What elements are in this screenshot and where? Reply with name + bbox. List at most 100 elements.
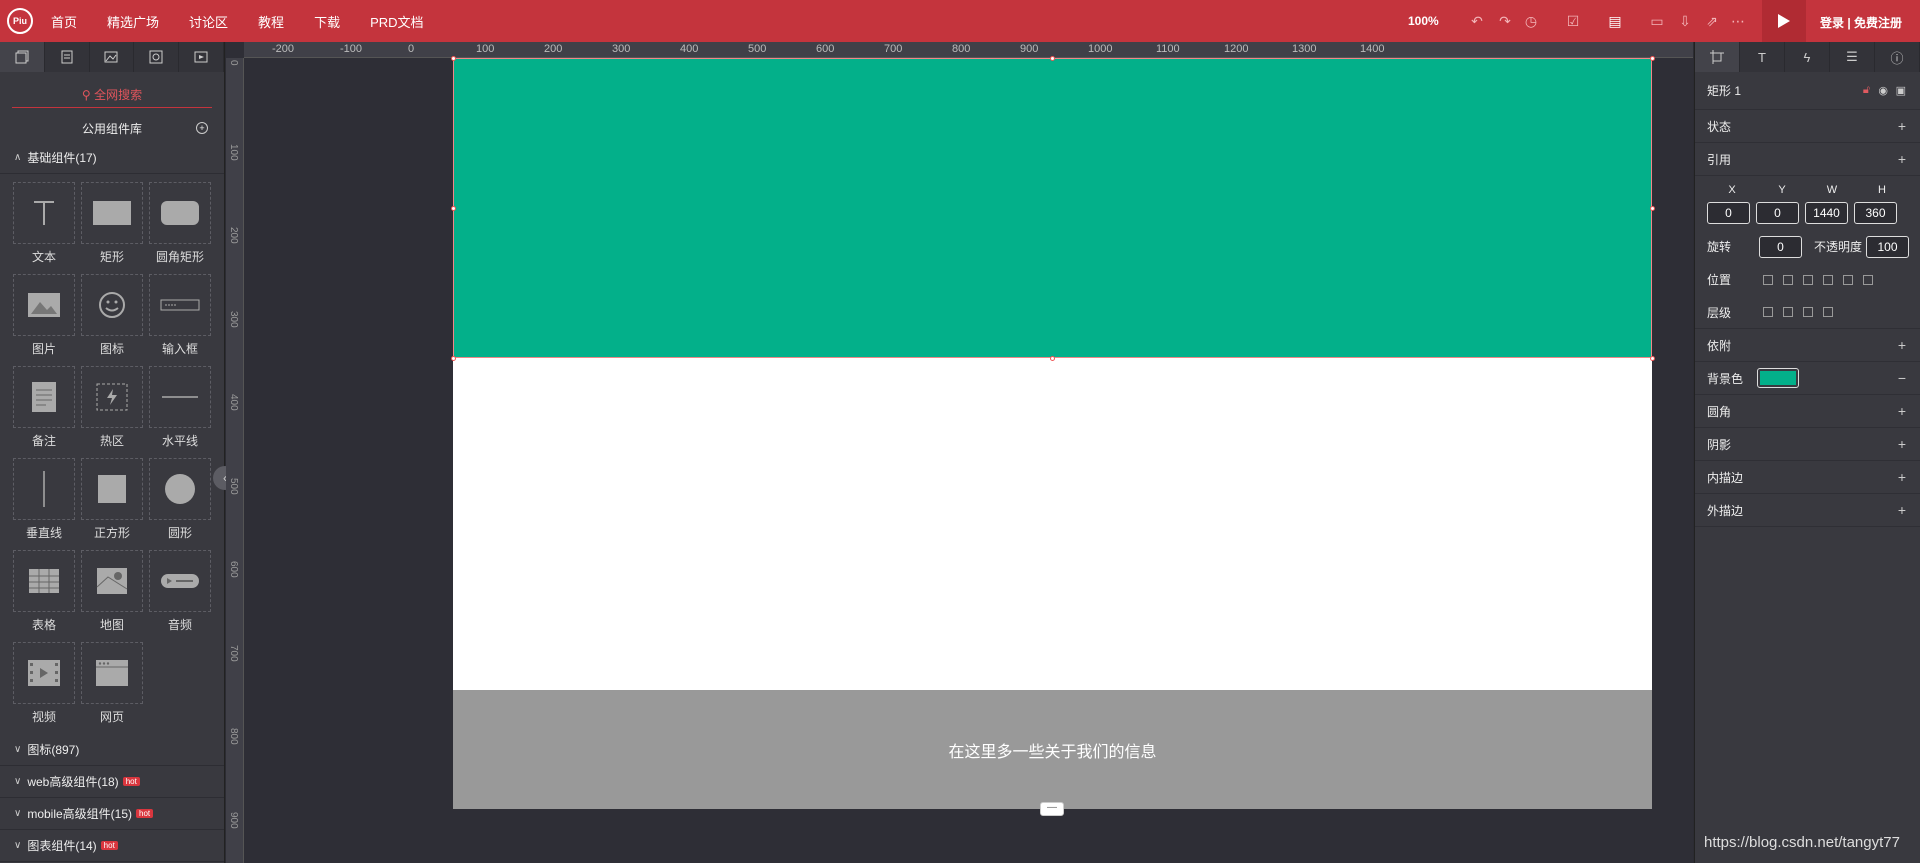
shadow-row[interactable]: 阴影 +: [1695, 428, 1920, 461]
component-text[interactable]: 文本: [13, 182, 75, 264]
nav-featured[interactable]: 精选广场: [107, 12, 159, 31]
resize-handle[interactable]: [451, 356, 456, 361]
nav-home[interactable]: 首页: [51, 12, 77, 31]
resize-handle[interactable]: [1650, 206, 1655, 211]
align-center-icon[interactable]: [1843, 274, 1853, 285]
reference-row[interactable]: 引用 +: [1695, 143, 1920, 176]
add-icon[interactable]: +: [1898, 403, 1906, 419]
nav-prd-docs[interactable]: PRD文档: [370, 12, 423, 31]
add-icon[interactable]: +: [1898, 436, 1906, 452]
align-middle-icon[interactable]: [1783, 274, 1793, 285]
state-row[interactable]: 状态 +: [1695, 110, 1920, 143]
component-table[interactable]: 表格: [13, 550, 75, 632]
corner-radius-row[interactable]: 圆角 +: [1695, 395, 1920, 428]
component-audio[interactable]: 音频: [149, 550, 211, 632]
add-library-icon[interactable]: +: [196, 122, 208, 134]
add-icon[interactable]: +: [1898, 151, 1906, 167]
eye-icon[interactable]: ◉: [1878, 84, 1888, 97]
x-input[interactable]: 0: [1707, 202, 1750, 224]
import-icon[interactable]: ⇩: [1676, 12, 1694, 30]
component-rectangle[interactable]: 矩形: [81, 182, 143, 264]
height-input[interactable]: 360: [1854, 202, 1897, 224]
align-left-icon[interactable]: [1823, 274, 1833, 285]
element-name[interactable]: 矩形 1: [1707, 82, 1741, 99]
canvas-area[interactable]: -200 -100 0 100 200 300 400 500 600 700 800 900 1000…: [226, 42, 1693, 863]
resize-handle[interactable]: [1050, 56, 1055, 61]
page-height-handle[interactable]: —: [1040, 802, 1064, 816]
width-input[interactable]: 1440: [1805, 202, 1848, 224]
tab-pages[interactable]: [0, 42, 45, 72]
align-top-icon[interactable]: [1763, 274, 1773, 285]
resize-handle[interactable]: [451, 206, 456, 211]
resize-handle[interactable]: [1650, 56, 1655, 61]
tab-components[interactable]: [44, 42, 90, 72]
rotation-input[interactable]: 0: [1759, 235, 1802, 258]
background-color-swatch[interactable]: [1757, 368, 1800, 388]
footer-rectangle[interactable]: 在这里多一些关于我们的信息: [453, 690, 1652, 809]
add-icon[interactable]: +: [1898, 469, 1906, 485]
tab-info[interactable]: ⓘ: [1875, 42, 1920, 72]
nav-discussion[interactable]: 讨论区: [189, 12, 228, 31]
section-charts[interactable]: ∨ 图表组件(14) hot: [0, 830, 224, 862]
bring-to-front-icon[interactable]: [1763, 307, 1773, 317]
tab-interaction[interactable]: ϟ: [1785, 42, 1830, 72]
global-search[interactable]: ⚲ 全网搜索: [12, 86, 212, 108]
send-to-back-icon[interactable]: [1823, 307, 1833, 317]
align-bottom-icon[interactable]: [1803, 274, 1813, 285]
component-rounded-rectangle[interactable]: 圆角矩形: [149, 182, 211, 264]
component-icon[interactable]: 图标: [81, 274, 143, 356]
nav-download[interactable]: 下载: [314, 12, 340, 31]
component-video[interactable]: 视频: [13, 642, 75, 724]
section-web-advanced[interactable]: ∨ web高级组件(18) hot: [0, 766, 224, 798]
selected-rectangle[interactable]: [453, 58, 1652, 358]
logo[interactable]: Piu: [7, 8, 33, 34]
undo-icon[interactable]: ↶: [1468, 12, 1486, 30]
clipboard-icon[interactable]: ▤: [1606, 12, 1624, 30]
component-hotspot[interactable]: 热区: [81, 366, 143, 448]
attach-row[interactable]: 依附 +: [1695, 329, 1920, 362]
share-icon[interactable]: ⇗: [1703, 12, 1721, 30]
zoom-level[interactable]: 100%: [1408, 14, 1439, 28]
more-icon[interactable]: ⋯: [1729, 12, 1747, 30]
component-image[interactable]: 图片: [13, 274, 75, 356]
component-circle[interactable]: 圆形: [149, 458, 211, 540]
tab-masters[interactable]: [134, 42, 180, 72]
nav-tutorial[interactable]: 教程: [258, 12, 284, 31]
outer-stroke-row[interactable]: 外描边 +: [1695, 494, 1920, 527]
align-right-icon[interactable]: [1863, 274, 1873, 285]
component-note[interactable]: 备注: [13, 366, 75, 448]
resize-handle[interactable]: [451, 56, 456, 61]
bring-forward-icon[interactable]: [1783, 307, 1793, 317]
redo-icon[interactable]: ↷: [1496, 12, 1514, 30]
opacity-input[interactable]: 100: [1866, 235, 1910, 258]
component-vertical-line[interactable]: 垂直线: [13, 458, 75, 540]
component-input[interactable]: 输入框: [149, 274, 211, 356]
send-backward-icon[interactable]: [1803, 307, 1813, 317]
tab-text[interactable]: T: [1740, 42, 1785, 72]
section-mobile-advanced[interactable]: ∨ mobile高级组件(15) hot: [0, 798, 224, 830]
component-horizontal-line[interactable]: 水平线: [149, 366, 211, 448]
check-icon[interactable]: ☑: [1564, 12, 1582, 30]
preview-button[interactable]: [1762, 0, 1806, 42]
save-icon[interactable]: ▭: [1648, 12, 1666, 30]
add-icon[interactable]: +: [1898, 118, 1906, 134]
add-icon[interactable]: +: [1898, 337, 1906, 353]
component-square[interactable]: 正方形: [81, 458, 143, 540]
history-icon[interactable]: ◷: [1522, 12, 1540, 30]
section-icons[interactable]: ∨ 图标(897): [0, 734, 224, 766]
component-map[interactable]: 地图: [81, 550, 143, 632]
tab-media[interactable]: [179, 42, 224, 72]
add-icon[interactable]: +: [1898, 502, 1906, 518]
tab-list[interactable]: ☰: [1830, 42, 1875, 72]
save-icon[interactable]: ▣: [1896, 84, 1906, 97]
resize-handle[interactable]: [1650, 356, 1655, 361]
resize-handle[interactable]: [1050, 356, 1055, 361]
tab-images[interactable]: [89, 42, 135, 72]
login-register-link[interactable]: 登录 | 免费注册: [1820, 14, 1902, 31]
tab-layout[interactable]: [1695, 42, 1740, 72]
remove-icon[interactable]: −: [1898, 370, 1906, 386]
section-basic[interactable]: ∧ 基础组件(17): [0, 142, 224, 174]
component-webpage[interactable]: 网页: [81, 642, 143, 724]
inner-stroke-row[interactable]: 内描边 +: [1695, 461, 1920, 494]
lock-icon[interactable]: 🔓︎: [1863, 84, 1870, 97]
